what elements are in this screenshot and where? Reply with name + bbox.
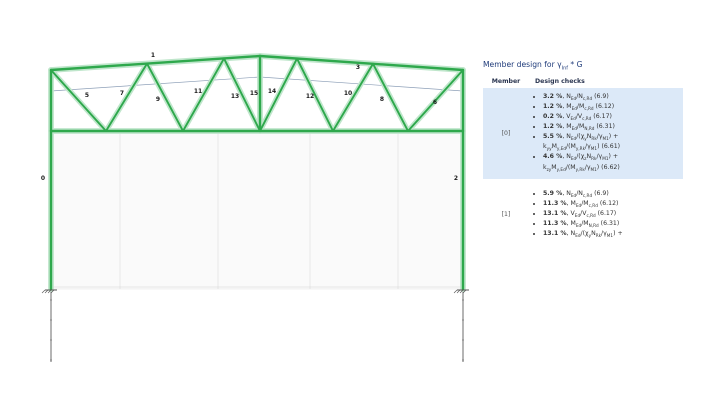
results-header: Member Design checks — [483, 76, 683, 88]
design-check-item: 4.6 %, NEd/(χzNRk/γM1) +kzyMy,Ed/(My,Rk/… — [543, 153, 683, 173]
model-background — [50, 54, 464, 362]
web-diagonal-2[interactable] — [146, 62, 184, 132]
result-row[interactable]: [1] 5.9 %, NEd/Nc,Rd (6.9)11.3 %, MEd/Mc,… — [483, 185, 683, 246]
supports — [41, 289, 469, 294]
design-check-item: 3.2 %, NEd/Nc,Rd (6.9) — [543, 93, 683, 103]
design-check-item: 5.9 %, NEd/Nc,Rd (6.9) — [543, 190, 683, 200]
rod-node — [462, 359, 464, 361]
support-hatch — [453, 289, 458, 294]
results-panel: Member design for γInf * G Member Design… — [483, 60, 683, 245]
web-diagonal-0[interactable] — [50, 69, 107, 132]
rod-node — [462, 339, 464, 341]
member-label-12: 12 — [306, 93, 314, 100]
rod-node — [462, 319, 464, 321]
design-check-item: 13.1 %, VEd/Vc,Rd (6.17) — [543, 210, 683, 220]
rod-node — [462, 299, 464, 301]
member-id: [0] — [501, 129, 511, 137]
member-label-1: 1 — [151, 52, 155, 59]
design-check-item: 1.2 %, MEd/Mc,Rd (6.12) — [543, 103, 683, 113]
member-label-7: 7 — [120, 90, 124, 97]
result-row[interactable]: [0] 3.2 %, NEd/Nc,Rd (6.9)1.2 %, MEd/Mc,R… — [483, 87, 683, 179]
member-column-header: Member — [491, 78, 521, 86]
member-label-5: 5 — [85, 92, 89, 99]
design-check-list: 5.9 %, NEd/Nc,Rd (6.9)11.3 %, MEd/Mc,Rd … — [529, 185, 683, 246]
member-id: [1] — [501, 211, 511, 219]
member-label-0: 0 — [41, 175, 45, 182]
web-diagonal-5[interactable] — [259, 57, 298, 132]
member-label-6: 6 — [433, 99, 437, 106]
purlin-line — [50, 76, 464, 92]
design-check-item: 5.5 %, NEd/(χyNRk/γM1) +kyyMy,Ed/(My,Rk/… — [543, 133, 683, 153]
results-title: Member design for γInf * G — [483, 60, 583, 72]
member-label-11: 11 — [194, 88, 202, 95]
rod-node — [50, 339, 52, 341]
design-check-item: 1.2 %, MEd/MN,Rd (6.31) — [543, 123, 683, 133]
design-check-item: 13.1 %, NEd/(χyNRk/γM1) + — [543, 230, 683, 240]
web-diagonal-6[interactable] — [296, 57, 334, 132]
support-hinge — [453, 289, 469, 294]
member-label-10: 10 — [344, 90, 352, 97]
results-rows: [0] 3.2 %, NEd/Nc,Rd (6.9)1.2 %, MEd/Mc,R… — [483, 87, 683, 246]
rod-node — [50, 319, 52, 321]
member-label-8: 8 — [380, 96, 384, 103]
member-label-2: 2 — [454, 175, 458, 182]
support-hatch — [41, 289, 46, 294]
web-diagonal-3[interactable] — [182, 57, 225, 132]
web-diagonal-1[interactable] — [105, 62, 148, 132]
design-check-item: 11.3 %, MEd/MN,Rd (6.31) — [543, 220, 683, 230]
member-label-9: 9 — [156, 96, 160, 103]
member-label-3: 3 — [356, 64, 360, 71]
web-diagonal-8[interactable] — [372, 62, 409, 132]
rod-node — [50, 359, 52, 361]
rod-node — [50, 299, 52, 301]
web-diagonal-7[interactable] — [332, 62, 374, 132]
design-check-list: 3.2 %, NEd/Nc,Rd (6.9)1.2 %, MEd/Mc,Rd (… — [529, 88, 683, 179]
design-check-item: 0.2 %, VEd/Vc,Rd (6.17) — [543, 113, 683, 123]
wall-panel — [50, 130, 464, 290]
design-check-item: 11.3 %, MEd/Mc,Rd (6.12) — [543, 200, 683, 210]
member-label-14: 14 — [268, 88, 276, 95]
member-label-13: 13 — [231, 93, 239, 100]
checks-column-header: Design checks — [535, 78, 585, 86]
member-label-15: 15 — [250, 90, 258, 97]
support-hinge — [41, 289, 57, 294]
